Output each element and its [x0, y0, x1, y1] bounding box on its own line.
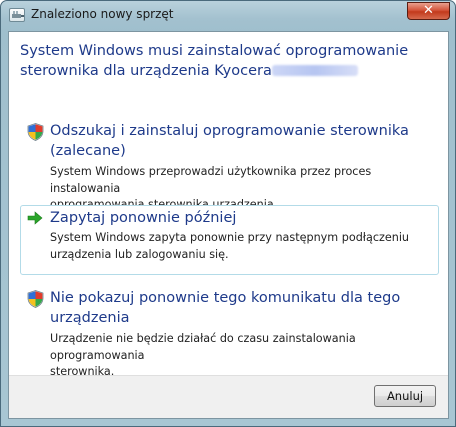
hardware-icon [9, 8, 25, 22]
dialog-window: Znaleziono nowy sprzęt ✕ System Windows … [0, 0, 456, 427]
main-instruction-line1: System Windows musi zainstalować oprogra… [20, 43, 409, 59]
option-dont-show-again[interactable]: Nie pokazuj ponownie tego komunikatu dla… [20, 285, 439, 378]
option-title: Odszukaj i zainstaluj oprogramowanie ste… [50, 123, 409, 159]
redacted-device-name [271, 65, 358, 76]
window-title: Znaleziono nowy sprzęt [31, 7, 174, 21]
cancel-button[interactable]: Anuluj [374, 385, 436, 407]
option-description: System Windows zapyta ponownie przy nast… [50, 231, 410, 261]
close-icon: ✕ [423, 3, 434, 18]
main-instruction: System Windows musi zainstalować oprogra… [20, 41, 420, 81]
dialog-content: System Windows musi zainstalować oprogra… [8, 31, 449, 419]
dialog-footer: Anuluj [9, 375, 448, 418]
option-find-and-install[interactable]: Odszukaj i zainstaluj oprogramowanie ste… [20, 118, 439, 211]
green-arrow-icon [27, 210, 45, 228]
shield-icon [27, 123, 45, 141]
main-instruction-line2: sterownika dla urządzenia Kyocera [20, 61, 420, 81]
option-title: Nie pokazuj ponownie tego komunikatu dla… [50, 290, 401, 326]
option-description: Urządzenie nie będzie działać do czasu z… [50, 332, 356, 378]
title-bar[interactable]: Znaleziono nowy sprzęt ✕ [1, 1, 455, 31]
option-title: Zapytaj ponownie później [50, 210, 237, 226]
close-button[interactable]: ✕ [407, 2, 450, 20]
option-ask-later[interactable]: Zapytaj ponownie później System Windows … [20, 205, 439, 275]
shield-icon [27, 290, 45, 308]
